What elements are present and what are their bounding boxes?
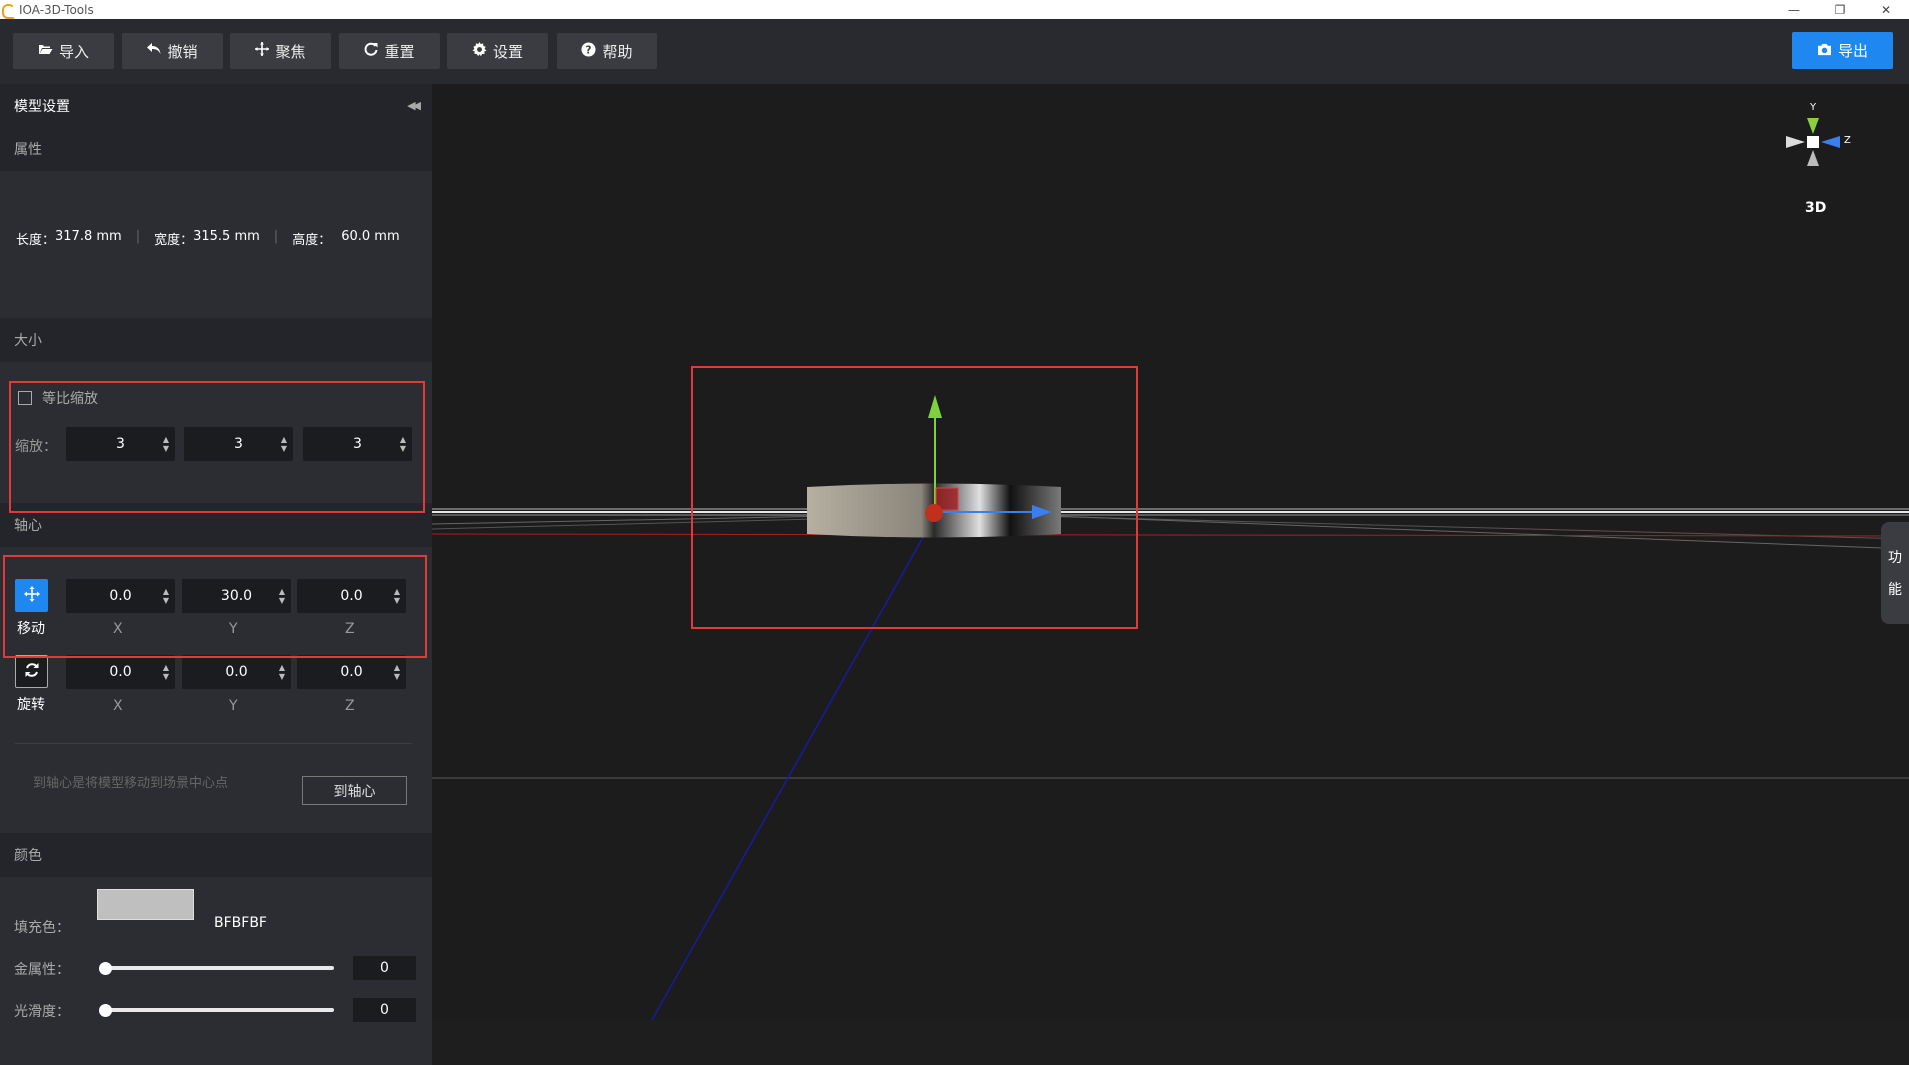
metalness-slider-track[interactable]: [100, 966, 334, 970]
pivot-section-title: 轴心: [0, 503, 432, 547]
fill-color-swatch[interactable]: [97, 889, 194, 920]
rotate-y-input[interactable]: 0.0 ▲ ▼: [182, 655, 291, 689]
move-axis-x-label: X: [113, 621, 123, 637]
panel-title: 模型设置: [14, 98, 70, 115]
crosshair-icon: [255, 42, 270, 60]
smoothness-slider-track[interactable]: [100, 1008, 334, 1012]
stepper-arrows-icon[interactable]: ▲ ▼: [279, 663, 285, 681]
rotate-label: 旋转: [17, 697, 45, 713]
function-side-tab[interactable]: 功 能: [1881, 522, 1909, 624]
settings-button[interactable]: 设置: [447, 33, 548, 69]
uniform-scale-label: 等比缩放: [42, 391, 98, 407]
stepper-arrows-icon[interactable]: ▲ ▼: [163, 587, 169, 605]
fill-color-label: 填充色：: [14, 920, 70, 936]
question-circle-icon: ?: [581, 41, 597, 61]
stepper-arrows-icon[interactable]: ▲ ▼: [281, 435, 287, 453]
height-value: 60.0 mm: [341, 229, 400, 244]
stepper-arrows-icon[interactable]: ▲ ▼: [163, 663, 169, 681]
window-title: IOA-3D-Tools: [19, 2, 94, 17]
metalness-input[interactable]: 0: [353, 956, 416, 980]
window-controls: — ❐ ✕: [1771, 0, 1909, 19]
width-value: 315.5 mm: [193, 229, 260, 244]
fill-color-hex: BFBFBF: [214, 915, 267, 931]
properties-section-title: 属性: [0, 127, 432, 171]
minimize-icon[interactable]: —: [1771, 0, 1817, 19]
camera-icon: [1817, 42, 1832, 60]
move-z-input[interactable]: 0.0 ▲ ▼: [297, 579, 406, 613]
move-arrows-icon: [23, 585, 40, 606]
gear-icon: [472, 41, 487, 61]
scale-x-input[interactable]: 3 ▲ ▼: [66, 427, 175, 461]
stepper-arrows-icon[interactable]: ▲ ▼: [279, 587, 285, 605]
color-section-title: 颜色: [0, 833, 432, 877]
undo-icon: [147, 43, 161, 59]
uniform-scale-toggle[interactable]: 等比缩放: [18, 388, 98, 408]
undo-button[interactable]: 撤销: [122, 33, 223, 69]
3d-viewport[interactable]: Y Z 3D 功 能: [432, 84, 1909, 1020]
move-y-input[interactable]: 30.0 ▲ ▼: [182, 579, 291, 613]
move-label: 移动: [17, 621, 45, 637]
view-mode-label[interactable]: 3D: [1805, 200, 1826, 216]
refresh-icon: [364, 42, 378, 60]
rotate-axis-z-label: Z: [345, 698, 355, 714]
divider: [15, 743, 412, 744]
metalness-label: 金属性：: [14, 962, 70, 978]
to-center-button[interactable]: 到轴心: [302, 776, 407, 805]
length-label: 长度：: [16, 233, 56, 248]
to-center-hint: 到轴心是将模型移动到场景中心点: [33, 776, 229, 791]
svg-text:?: ?: [586, 44, 592, 56]
scale-z-input[interactable]: 3 ▲ ▼: [303, 427, 412, 461]
rotate-icon: [24, 662, 40, 682]
app-logo-icon: [2, 3, 15, 19]
move-mode-button[interactable]: [15, 579, 48, 612]
rotate-axis-y-label: Y: [229, 698, 238, 714]
title-bar: IOA-3D-Tools — ❐ ✕: [0, 0, 1909, 19]
focus-button[interactable]: 聚焦: [230, 33, 331, 69]
axis-arrows-icon: [1786, 118, 1840, 166]
length-value: 317.8 mm: [55, 229, 122, 244]
import-button[interactable]: 导入: [13, 33, 114, 69]
dimensions-row: 长度： 317.8 mm | 宽度： 315.5 mm | 高度： 60.0 m…: [16, 229, 400, 248]
move-axis-z-label: Z: [345, 621, 355, 637]
reset-button[interactable]: 重置: [339, 33, 440, 69]
stepper-arrows-icon[interactable]: ▲ ▼: [394, 663, 400, 681]
uniform-scale-checkbox[interactable]: [18, 391, 32, 405]
model-settings-panel: 模型设置 ◀◀ 属性 长度： 317.8 mm | 宽度： 315.5 mm |…: [0, 84, 432, 1065]
folder-open-icon: [38, 43, 53, 59]
restore-icon[interactable]: ❐: [1817, 0, 1863, 19]
gizmo-z-label: Z: [1844, 135, 1851, 146]
panel-header: 模型设置 ◀◀: [0, 84, 432, 127]
smoothness-label: 光滑度：: [14, 1004, 70, 1020]
scale-label: 缩放：: [15, 439, 57, 455]
smoothness-slider-thumb[interactable]: [99, 1004, 112, 1017]
help-button[interactable]: ? 帮助: [557, 33, 657, 69]
size-section: 等比缩放 缩放： 3 ▲ ▼ 3 ▲ ▼ 3 ▲ ▼: [0, 362, 432, 503]
properties-section: 长度： 317.8 mm | 宽度： 315.5 mm | 高度： 60.0 m…: [0, 171, 432, 318]
export-button[interactable]: 导出: [1792, 32, 1893, 69]
toolbar: 导入 撤销 聚焦 重置 设置 ? 帮助 导出: [0, 19, 1909, 84]
height-label: 高度：: [292, 233, 332, 248]
color-section: 填充色： BFBFBF 金属性： 0 光滑度： 0: [0, 877, 432, 1065]
collapse-panel-icon[interactable]: ◀◀: [407, 99, 421, 112]
rotate-axis-x-label: X: [113, 698, 123, 714]
orientation-gizmo[interactable]: Y Z: [1774, 102, 1854, 182]
metalness-slider-thumb[interactable]: [99, 962, 112, 975]
stepper-arrows-icon[interactable]: ▲ ▼: [394, 587, 400, 605]
stepper-arrows-icon[interactable]: ▲ ▼: [400, 435, 406, 453]
rotate-mode-button[interactable]: [15, 655, 48, 688]
close-icon[interactable]: ✕: [1863, 0, 1909, 19]
stepper-arrows-icon[interactable]: ▲ ▼: [163, 435, 169, 453]
scale-y-input[interactable]: 3 ▲ ▼: [184, 427, 293, 461]
gizmo-y-label: Y: [1810, 102, 1817, 113]
rotate-z-input[interactable]: 0.0 ▲ ▼: [297, 655, 406, 689]
scene-canvas[interactable]: [432, 84, 1909, 1020]
move-axis-y-label: Y: [229, 621, 238, 637]
move-x-input[interactable]: 0.0 ▲ ▼: [66, 579, 175, 613]
size-section-title: 大小: [0, 318, 432, 362]
width-label: 宽度：: [154, 233, 194, 248]
rotate-x-input[interactable]: 0.0 ▲ ▼: [66, 655, 175, 689]
smoothness-input[interactable]: 0: [353, 998, 416, 1022]
